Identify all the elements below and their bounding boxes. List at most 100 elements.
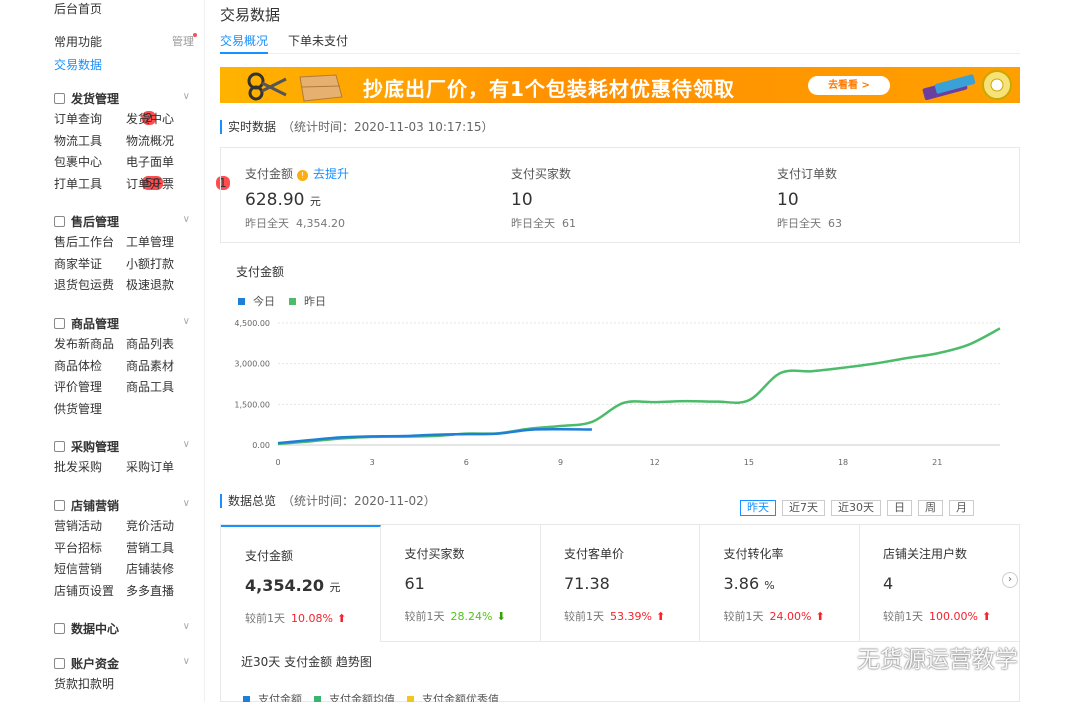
metric-prev-label: 昨日全天 bbox=[777, 217, 821, 230]
sidebar-item[interactable]: 商品列表 bbox=[126, 334, 198, 356]
tab-unpaid-orders[interactable]: 下单未支付 bbox=[288, 32, 348, 52]
sidebar-item[interactable]: 物流概况 bbox=[126, 131, 198, 153]
chevron-down-icon[interactable]: ∨ bbox=[183, 439, 190, 450]
sidebar: 后台首页 常用功能 管理 交易数据 发货管理 ∨ 订单查询 2 发货中心 物流工具 物流概况… bbox=[0, 0, 230, 702]
sidebar-item[interactable]: 评价管理 bbox=[54, 377, 126, 399]
card-compare-pct: 100.00% bbox=[929, 610, 978, 623]
sidebar-item[interactable]: 平台招标 bbox=[54, 538, 126, 560]
sidebar-item[interactable]: 电子面单 bbox=[126, 152, 198, 174]
tape-roll-icon bbox=[922, 70, 1012, 101]
sidebar-item-transaction-data[interactable]: 交易数据 bbox=[54, 56, 102, 73]
trend-legend-excellent[interactable]: 支付金额优秀值 bbox=[407, 691, 499, 702]
sidebar-item[interactable]: 工单管理 bbox=[126, 232, 198, 254]
sidebar-item[interactable]: 商品体检 bbox=[54, 356, 126, 378]
sidebar-item[interactable]: 打单工具 50 bbox=[54, 174, 164, 196]
range-yesterday-button[interactable]: 昨天 bbox=[740, 500, 776, 516]
common-functions-manage[interactable]: 管理 bbox=[172, 33, 197, 49]
sidebar-item[interactable]: 订单开票 1 bbox=[126, 174, 230, 196]
sidebar-group: 采购管理 ∨ 批发采购 采购订单 bbox=[54, 435, 194, 479]
sidebar-item[interactable]: 小额打款 bbox=[126, 254, 198, 276]
trend-legend-amount[interactable]: 支付金额 bbox=[243, 691, 302, 702]
group-icon bbox=[54, 622, 65, 634]
next-cards-arrow-icon[interactable]: › bbox=[1002, 572, 1018, 588]
series-line-yesterday[interactable] bbox=[277, 327, 1001, 446]
sidebar-item[interactable]: 订单查询 2 bbox=[54, 109, 156, 131]
banner-go-button[interactable]: 去看看 > bbox=[808, 76, 890, 95]
sidebar-item[interactable]: 店铺装修 bbox=[126, 559, 198, 581]
sidebar-item[interactable]: 采购订单 bbox=[126, 457, 198, 479]
range-month-button[interactable]: 月 bbox=[949, 500, 974, 516]
chevron-down-icon[interactable]: ∨ bbox=[183, 91, 190, 102]
tab-overview[interactable]: 交易概况 bbox=[220, 32, 269, 54]
sidebar-item[interactable]: 供货管理 bbox=[54, 399, 126, 421]
overview-card[interactable]: 支付转化率 3.86 % 较前1天 24.00% ⬆ bbox=[699, 525, 860, 642]
sidebar-item[interactable]: 极速退款 bbox=[126, 275, 198, 297]
sidebar-item[interactable]: 货款扣款明 bbox=[54, 674, 126, 696]
range-30d-button[interactable]: 近30天 bbox=[831, 500, 881, 516]
sidebar-item-label: 发货中心 bbox=[126, 112, 175, 126]
promo-banner[interactable]: 抄底出厂价，有1个包装耗材优惠待领取 去看看 > bbox=[220, 67, 1020, 103]
chevron-down-icon[interactable]: ∨ bbox=[183, 498, 190, 509]
sidebar-item[interactable]: 退货包运费 bbox=[54, 275, 126, 297]
sidebar-item[interactable]: 竞价活动 bbox=[126, 516, 198, 538]
overview-stat-time: （统计时间：2020-11-02） bbox=[282, 494, 436, 508]
overview-card[interactable]: 支付客单价 71.38 较前1天 53.39% ⬆ bbox=[540, 525, 700, 642]
overview-card[interactable]: 店铺关注用户数 4 较前1天 100.00% ⬆ bbox=[859, 525, 1019, 642]
sidebar-item[interactable]: 发布新商品 bbox=[54, 334, 126, 356]
sidebar-item[interactable]: 发货中心 bbox=[126, 109, 198, 131]
sidebar-item-label: 评价管理 bbox=[54, 380, 103, 394]
x-tick-label: 12 bbox=[650, 458, 660, 467]
overview-card[interactable]: 支付买家数 61 较前1天 28.24% ⬇ bbox=[380, 525, 541, 642]
sidebar-item[interactable]: 店铺页设置 bbox=[54, 581, 126, 603]
sidebar-group-header[interactable]: 售后管理 ∨ bbox=[54, 210, 194, 232]
chevron-down-icon[interactable]: ∨ bbox=[183, 316, 190, 327]
sidebar-item[interactable]: 多多直播 bbox=[126, 581, 198, 603]
range-day-button[interactable]: 日 bbox=[887, 500, 912, 516]
sidebar-group-title: 发货管理 bbox=[71, 91, 120, 106]
sidebar-item[interactable]: 售后工作台 bbox=[54, 232, 126, 254]
sidebar-item[interactable]: 物流工具 bbox=[54, 131, 126, 153]
sidebar-item[interactable] bbox=[126, 674, 198, 696]
chevron-down-icon[interactable]: ∨ bbox=[183, 656, 190, 667]
metric-pay-orders[interactable]: 支付订单数 10 昨日全天 63 bbox=[753, 148, 1019, 244]
sidebar-group-header[interactable]: 账户资金 ∨ bbox=[54, 652, 194, 674]
range-7d-button[interactable]: 近7天 bbox=[782, 500, 825, 516]
metric-pay-amount[interactable]: 支付金额! 去提升 628.90 元 昨日全天 4,354.20 bbox=[221, 148, 487, 244]
chevron-down-icon[interactable]: ∨ bbox=[183, 214, 190, 225]
chevron-down-icon[interactable]: ∨ bbox=[183, 621, 190, 632]
sidebar-item[interactable]: 商家举证 bbox=[54, 254, 126, 276]
trend-legend-average[interactable]: 支付金额均值 bbox=[314, 691, 395, 702]
sidebar-group-header[interactable]: 商品管理 ∨ bbox=[54, 312, 194, 334]
sidebar-item-label: 商品体检 bbox=[54, 358, 103, 373]
sidebar-item[interactable]: 商品工具 bbox=[126, 377, 198, 399]
sidebar-item-label: 商品工具 bbox=[126, 380, 175, 394]
sidebar-item[interactable]: 短信营销 bbox=[54, 559, 126, 581]
sidebar-home-link[interactable]: 后台首页 bbox=[54, 0, 102, 17]
sidebar-item[interactable]: 营销工具 bbox=[126, 538, 198, 560]
sidebar-item[interactable]: 包裹中心 bbox=[54, 152, 126, 174]
trend-legend: 支付金额 支付金额均值 支付金额优秀值 bbox=[243, 691, 499, 702]
metric-pay-buyers[interactable]: 支付买家数 10 昨日全天 61 bbox=[487, 148, 753, 244]
sidebar-item-label: 订单查询 bbox=[54, 112, 103, 126]
sidebar-group-header[interactable]: 数据中心 ∨ bbox=[54, 617, 194, 639]
sidebar-item-label: 采购订单 bbox=[126, 460, 175, 474]
range-week-button[interactable]: 周 bbox=[918, 500, 943, 516]
sidebar-group-header[interactable]: 店铺营销 ∨ bbox=[54, 494, 194, 516]
sidebar-item-label: 极速退款 bbox=[126, 278, 175, 292]
chart-plot[interactable]: 0.00 1,500.00 3,000.00 4,500.00 0 3 6 9 12 15 18 21 bbox=[220, 255, 1020, 480]
sidebar-item[interactable]: 商品素材 bbox=[126, 356, 198, 378]
sidebar-item-label: 营销工具 bbox=[126, 540, 175, 555]
improve-link[interactable]: 去提升 bbox=[313, 167, 349, 181]
overview-card[interactable]: 支付金额 4,354.20 元较前1天 10.08% ⬆ bbox=[221, 525, 381, 642]
arrow-up-icon: ⬆ bbox=[655, 610, 666, 623]
sidebar-item[interactable]: 批发采购 bbox=[54, 457, 126, 479]
info-icon[interactable]: ! bbox=[297, 170, 309, 181]
sidebar-group-header[interactable]: 发货管理 ∨ bbox=[54, 87, 194, 109]
sidebar-item[interactable]: 营销活动 bbox=[54, 516, 126, 538]
group-icon bbox=[54, 440, 65, 452]
card-value: 4 bbox=[883, 574, 894, 593]
scissors-box-icon bbox=[247, 72, 343, 102]
card-compare-pct: 24.00% bbox=[769, 610, 812, 623]
sidebar-group-header[interactable]: 采购管理 ∨ bbox=[54, 435, 194, 457]
realtime-metrics: 支付金额! 去提升 628.90 元 昨日全天 4,354.20 支付买家数 10… bbox=[220, 147, 1020, 243]
